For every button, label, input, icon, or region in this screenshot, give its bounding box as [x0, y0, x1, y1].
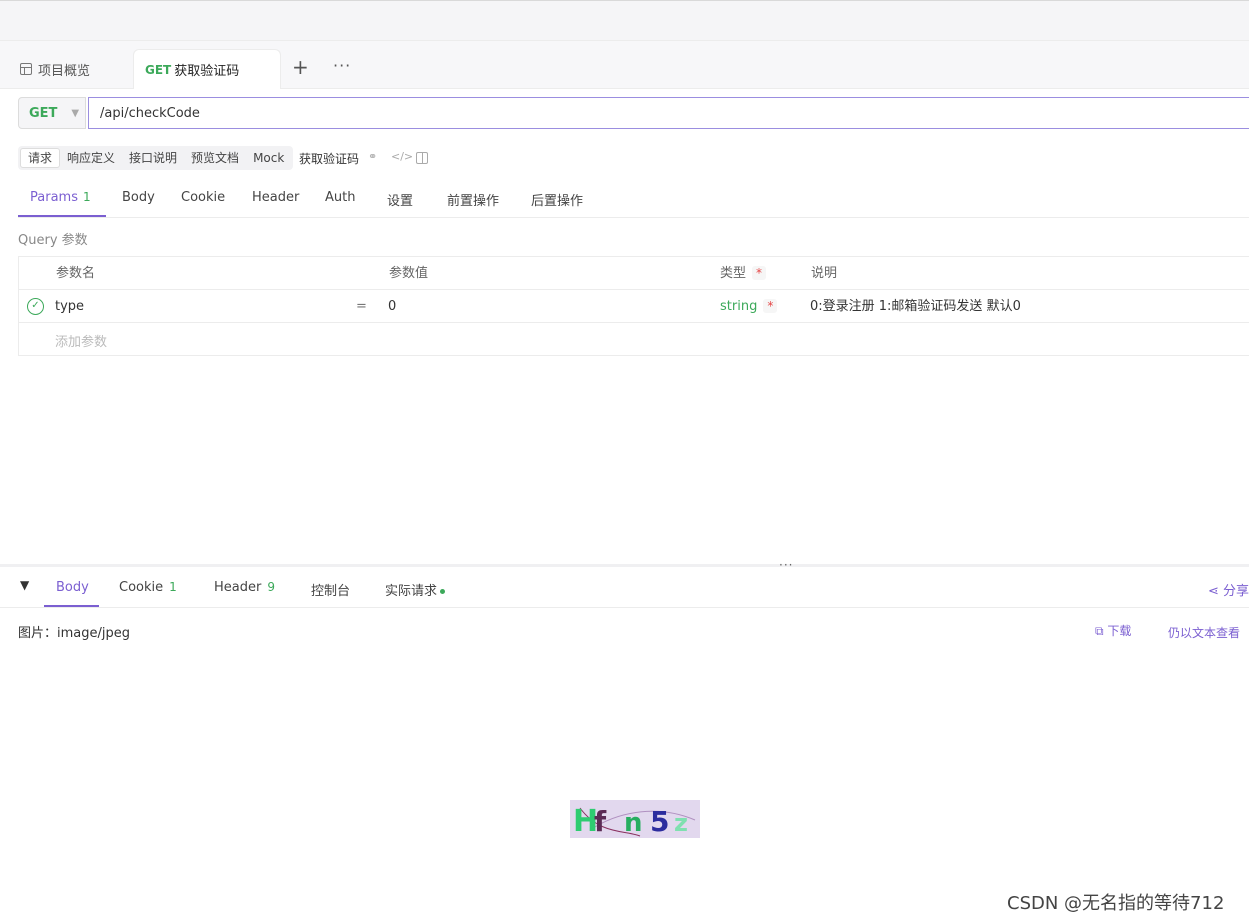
captcha-image: Hf n 5 z	[570, 800, 700, 838]
captcha-char: 5	[650, 805, 669, 838]
resp-tab-body[interactable]: Body	[56, 580, 89, 595]
method-select[interactable]: GET ▼	[18, 97, 86, 129]
request-tabs: Params 1 Body Cookie Header Auth 设置 前置操作 …	[18, 180, 1249, 218]
panel-divider[interactable]	[0, 564, 1249, 567]
params-table: 参数名 参数值 类型 * 说明 ✓ type = 0 string * 0:登录注册…	[18, 256, 1249, 356]
watermark: CSDN @无名指的等待712	[1007, 893, 1225, 914]
external-icon: ⧉	[1095, 624, 1108, 638]
resp-tab-header-label: Header	[214, 580, 262, 595]
resp-tab-actual-label: 实际请求	[385, 584, 438, 599]
query-params-label: Query 参数	[18, 233, 88, 248]
param-type-value: string	[720, 299, 758, 314]
tab-method: GET	[145, 62, 172, 77]
add-tab-button[interactable]: +	[292, 55, 309, 79]
required-marker: *	[752, 266, 767, 280]
response-content-type: 图片：image/jpeg	[18, 626, 130, 641]
subtab-mock[interactable]: Mock	[246, 148, 291, 168]
header-param-name: 参数名	[56, 266, 96, 281]
download-label: 下载	[1107, 624, 1132, 638]
view-as-text-button[interactable]: 仍以文本查看	[1168, 624, 1240, 641]
panel-icon[interactable]	[416, 152, 428, 164]
tab-bar: 项目概览 GET 获取验证码	[0, 41, 1249, 89]
tab-label: 项目概览	[38, 63, 91, 79]
url-input[interactable]	[88, 97, 1249, 129]
window-top-bar	[0, 0, 1249, 41]
subtab-request[interactable]: 请求	[20, 148, 61, 168]
param-value[interactable]: 0	[388, 290, 396, 323]
api-name[interactable]: 获取验证码	[299, 150, 359, 167]
subtab-preview-docs[interactable]: 预览文档	[184, 148, 246, 168]
param-type[interactable]: string *	[720, 290, 778, 323]
link-icon[interactable]: ⚭	[368, 150, 377, 164]
cookie-count: 1	[169, 580, 177, 594]
tab-body[interactable]: Body	[122, 190, 155, 205]
param-name[interactable]: type	[55, 290, 84, 323]
tab-get-captcha[interactable]: GET 获取验证码	[133, 49, 281, 89]
more-tabs-button[interactable]: ···	[333, 56, 351, 76]
resp-tab-cookie[interactable]: Cookie 1	[119, 580, 177, 595]
tab-header[interactable]: Header	[252, 190, 299, 205]
tab-project-overview[interactable]: 项目概览	[20, 49, 90, 89]
equals-sign: =	[356, 299, 367, 314]
table-row: ✓ type = 0 string * 0:登录注册 1:邮箱验证码发送 默认0	[19, 290, 1249, 323]
tab-settings[interactable]: 设置	[387, 190, 413, 209]
header-type: 类型 *	[720, 257, 767, 290]
share-button[interactable]: ⋖ 分享	[1208, 580, 1249, 599]
tab-cookie[interactable]: Cookie	[181, 190, 225, 205]
tab-post-operations[interactable]: 后置操作	[531, 190, 583, 209]
collapse-chevron-icon[interactable]: ▼	[20, 578, 29, 592]
resp-tab-actual-request[interactable]: 实际请求	[385, 580, 446, 599]
header-count: 9	[267, 580, 275, 594]
overview-icon	[20, 63, 32, 75]
share-icon: ⋖	[1207, 584, 1223, 599]
active-tab-underline	[44, 605, 99, 607]
captcha-char: z	[674, 809, 688, 837]
chevron-down-icon: ▼	[71, 107, 80, 119]
subtab-response-definition[interactable]: 响应定义	[60, 148, 122, 168]
response-tabs: ▼ Body Cookie 1 Header 9 控制台 实际请求 ⋖ 分享	[0, 570, 1249, 608]
subtab-api-description[interactable]: 接口说明	[122, 148, 184, 168]
share-label: 分享	[1222, 584, 1249, 599]
param-description[interactable]: 0:登录注册 1:邮箱验证码发送 默认0	[810, 290, 1021, 323]
download-button[interactable]: ⧉ 下载	[1095, 622, 1131, 639]
captcha-char: f	[594, 805, 607, 838]
status-dot	[440, 589, 446, 594]
active-tab-underline	[18, 215, 106, 217]
tab-auth[interactable]: Auth	[325, 190, 355, 205]
resp-tab-header[interactable]: Header 9	[214, 580, 275, 595]
tab-params[interactable]: Params 1	[30, 190, 91, 205]
header-description: 说明	[811, 266, 838, 281]
tab-params-label: Params	[30, 190, 78, 205]
captcha-char: n	[624, 808, 643, 838]
code-icon[interactable]: </>	[391, 150, 413, 164]
tab-pre-operations[interactable]: 前置操作	[447, 190, 499, 209]
tab-label: 获取验证码	[174, 64, 240, 79]
required-marker: *	[763, 299, 778, 313]
request-view-tabs: 请求 响应定义 接口说明 预览文档 Mock	[18, 146, 294, 170]
header-type-label: 类型	[720, 266, 747, 281]
add-param-input[interactable]: 添加参数	[55, 331, 107, 350]
check-circle-icon[interactable]: ✓	[27, 298, 44, 315]
method-value: GET	[29, 105, 58, 121]
params-count: 1	[82, 190, 91, 204]
header-param-value: 参数值	[389, 266, 429, 281]
resp-tab-console[interactable]: 控制台	[311, 580, 350, 599]
resp-tab-cookie-label: Cookie	[119, 580, 164, 595]
table-header: 参数名 参数值 类型 * 说明	[19, 257, 1249, 290]
